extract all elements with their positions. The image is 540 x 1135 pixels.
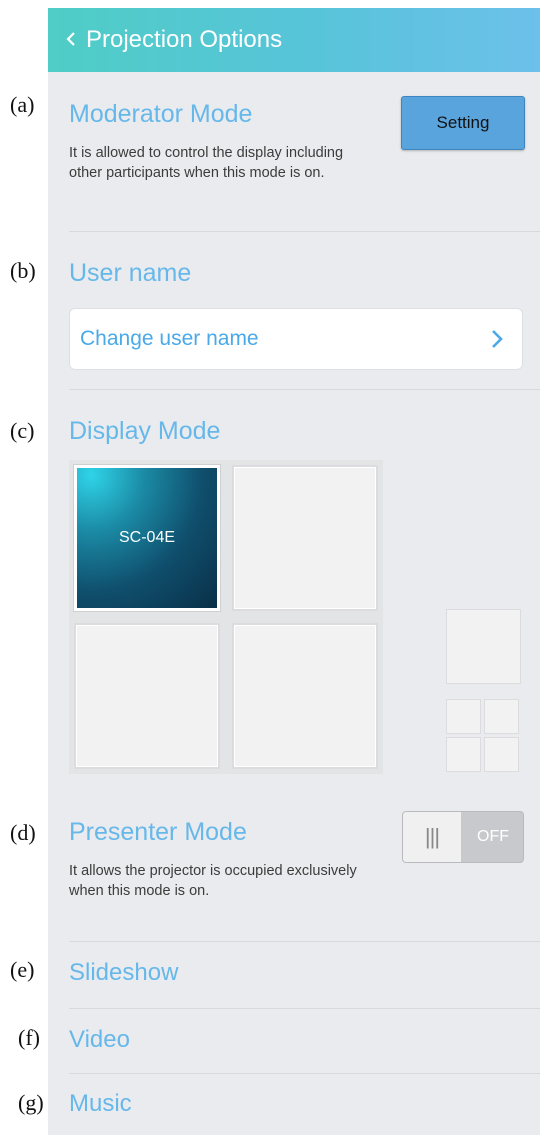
video-item[interactable]: Video [69, 1026, 130, 1054]
quad-cell [446, 737, 481, 772]
presenter-mode-description: It allows the projector is occupied excl… [69, 863, 357, 899]
presenter-mode-toggle[interactable]: ||| OFF [402, 811, 524, 863]
page-title[interactable]: Projection Options [86, 26, 282, 54]
divider [69, 941, 540, 942]
slideshow-item[interactable]: Slideshow [69, 959, 178, 987]
projection-options-screen: Projection Options Moderator Mode It is … [48, 8, 540, 1135]
divider [69, 1073, 540, 1074]
display-tile-label: SC-04E [118, 529, 176, 546]
divider [69, 1008, 540, 1009]
display-tile-2[interactable] [232, 465, 378, 611]
toggle-grip-icon: ||| [403, 812, 461, 862]
display-tile-1[interactable]: SC-04E [74, 465, 220, 611]
music-item[interactable]: Music [69, 1090, 132, 1118]
quad-cell [484, 737, 519, 772]
display-mode-grid: SC-04E [69, 460, 383, 774]
presenter-mode-title: Presenter Mode [69, 818, 247, 846]
display-tile-3[interactable] [74, 623, 220, 769]
display-tile-4[interactable] [232, 623, 378, 769]
single-layout-icon[interactable] [446, 609, 521, 684]
quad-cell [484, 699, 519, 734]
moderator-mode-description: It is allowed to control the display inc… [69, 145, 344, 181]
chevron-left-icon[interactable] [66, 27, 80, 53]
moderator-mode-title: Moderator Mode [69, 100, 253, 128]
quad-cell [446, 699, 481, 734]
change-user-name-label: Change user name [80, 327, 259, 350]
divider [69, 389, 540, 390]
toggle-state-label: OFF [477, 828, 509, 845]
chevron-right-icon [486, 328, 508, 350]
display-mode-title: Display Mode [69, 417, 221, 445]
user-name-title: User name [69, 259, 192, 287]
app-bar: Projection Options [48, 8, 540, 72]
divider [69, 231, 540, 232]
change-user-name-row[interactable]: Change user name [69, 308, 523, 370]
setting-button[interactable]: Setting [401, 96, 525, 150]
quad-layout-icon[interactable] [446, 699, 520, 773]
